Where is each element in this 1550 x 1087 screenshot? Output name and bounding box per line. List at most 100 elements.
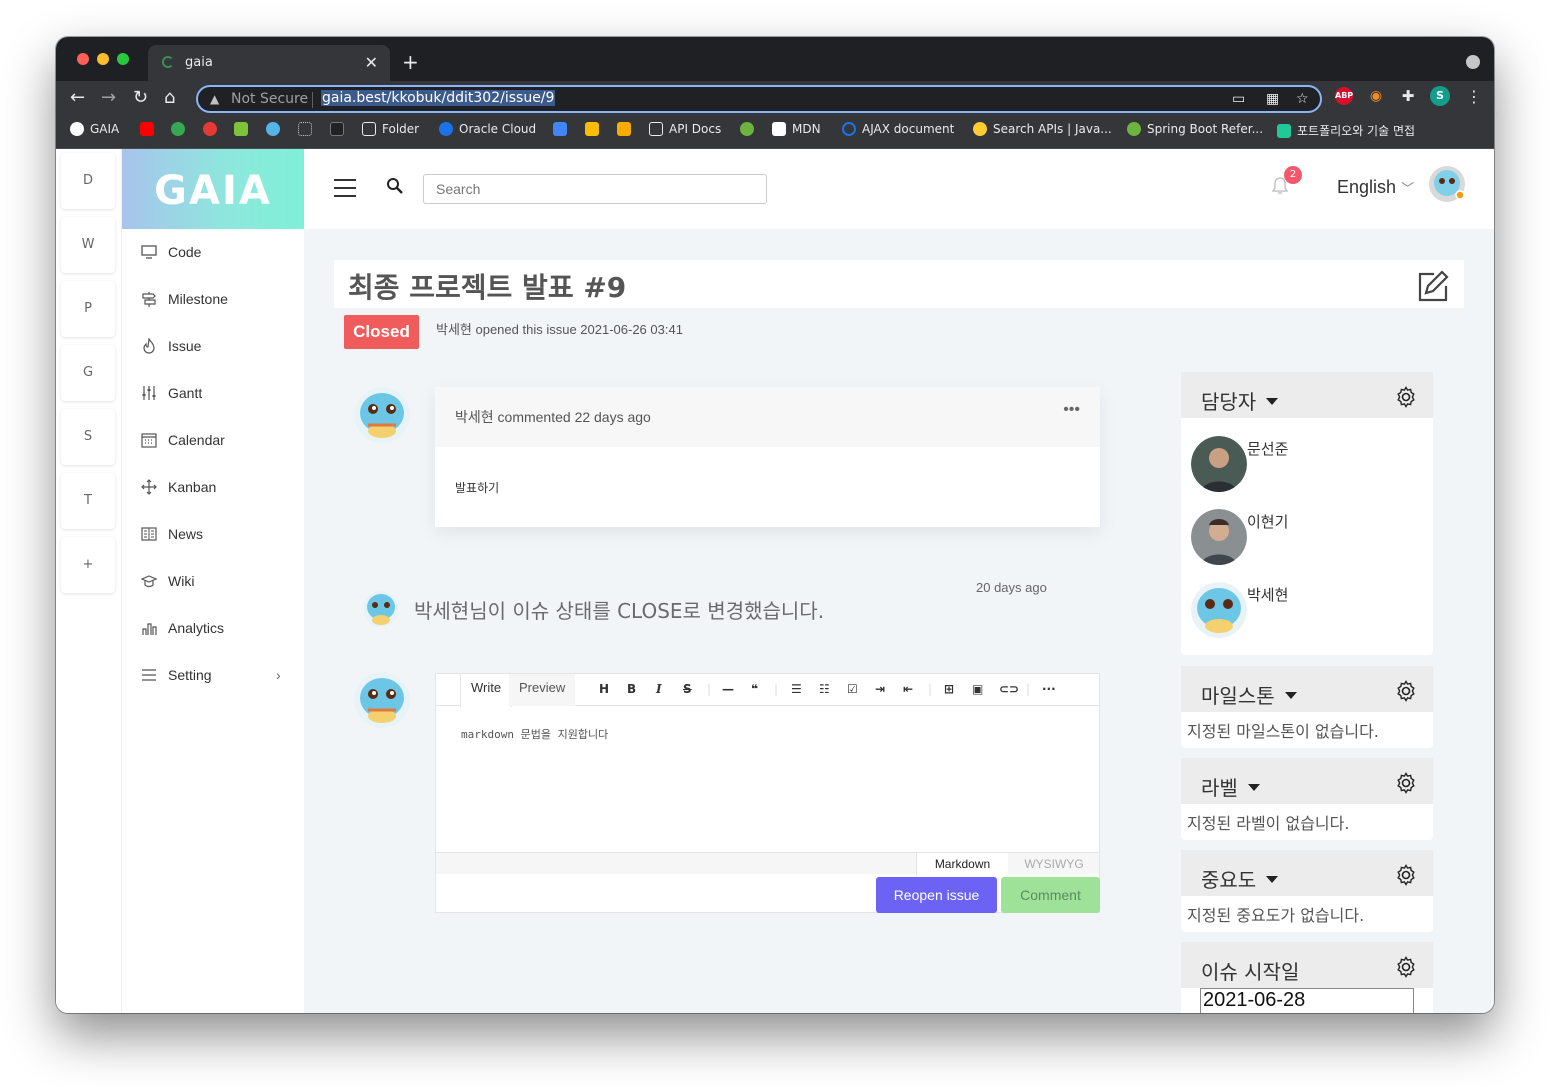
- workspace-button[interactable]: D: [61, 153, 115, 209]
- bookmark-spring[interactable]: [740, 122, 754, 136]
- ordered-list-icon[interactable]: ☷: [819, 682, 830, 696]
- bookmark-apidocs[interactable]: API Docs: [649, 122, 721, 136]
- sidebar-item-milestone[interactable]: Milestone: [140, 287, 228, 311]
- tab-preview[interactable]: Preview: [509, 674, 576, 706]
- sidebar-item-news[interactable]: News: [140, 522, 203, 546]
- more-icon[interactable]: ···: [1042, 682, 1056, 696]
- workspace-button[interactable]: T: [61, 473, 115, 529]
- gear-icon[interactable]: [1395, 386, 1417, 408]
- add-workspace-button[interactable]: +: [61, 537, 115, 593]
- close-tab-icon[interactable]: ✕: [365, 53, 378, 72]
- bookmark-refresh[interactable]: [266, 122, 280, 136]
- forward-icon[interactable]: →: [101, 87, 116, 108]
- label-header[interactable]: 라벨: [1181, 758, 1433, 804]
- bookmark-dots[interactable]: [298, 122, 312, 136]
- table-icon[interactable]: ⊞: [944, 682, 954, 696]
- language-select[interactable]: English ﹀: [1337, 177, 1414, 198]
- search-icon[interactable]: [386, 177, 404, 195]
- sidebar-item-issue[interactable]: Issue: [140, 334, 201, 358]
- priority-header[interactable]: 중요도: [1181, 850, 1433, 896]
- heading-icon[interactable]: H: [599, 682, 609, 696]
- mode-wysiwyg[interactable]: WYSIWYG: [1008, 853, 1100, 875]
- bold-icon[interactable]: B: [627, 682, 636, 696]
- sidebar-item-code[interactable]: Code: [140, 240, 201, 264]
- bookmark-inv[interactable]: [330, 122, 344, 136]
- bookmark-ads[interactable]: [585, 122, 599, 136]
- bookmark-mdn[interactable]: MDN: [772, 122, 821, 136]
- gear-icon[interactable]: [1395, 680, 1417, 702]
- strikethrough-icon[interactable]: S: [683, 682, 692, 696]
- profile-avatar[interactable]: S: [1430, 86, 1450, 106]
- workspace-button[interactable]: P: [61, 281, 115, 337]
- assignee-item[interactable]: 문선준: [1191, 436, 1288, 492]
- back-icon[interactable]: ←: [70, 87, 85, 108]
- mode-markdown[interactable]: Markdown: [916, 853, 1008, 875]
- milestone-header[interactable]: 마일스톤: [1181, 666, 1433, 712]
- gear-icon[interactable]: [1395, 864, 1417, 886]
- kebab-menu-icon[interactable]: ⋮: [1466, 87, 1482, 106]
- address-bar[interactable]: ▲ Not Secure gaia.best/kkobuk/ddit302/is…: [196, 85, 1322, 113]
- bookmark-c[interactable]: [203, 122, 217, 136]
- bookmark-folder[interactable]: Folder: [362, 122, 419, 136]
- adblock-icon[interactable]: ABP: [1335, 87, 1353, 105]
- bookmark-green[interactable]: [171, 122, 185, 136]
- bookmark-youtube[interactable]: [140, 122, 154, 136]
- task-list-icon[interactable]: ☑: [847, 682, 858, 696]
- reload-icon[interactable]: ↻: [133, 87, 148, 108]
- more-options-icon[interactable]: •••: [1063, 401, 1080, 419]
- maximize-window-button[interactable]: [117, 53, 129, 65]
- bookmark-oracle[interactable]: Oracle Cloud: [439, 122, 536, 136]
- close-window-button[interactable]: [77, 53, 89, 65]
- gear-icon[interactable]: [1395, 956, 1417, 978]
- outdent-icon[interactable]: ⇤: [903, 682, 913, 696]
- bookmark-searchapi[interactable]: Search APIs | Java...: [973, 122, 1112, 136]
- edit-icon[interactable]: [1416, 268, 1450, 302]
- link-icon[interactable]: ⊂⊃: [999, 682, 1019, 696]
- bookmark-owl[interactable]: [234, 122, 248, 136]
- sidebar-item-gantt[interactable]: Gantt: [140, 381, 202, 405]
- workspace-button[interactable]: G: [61, 345, 115, 401]
- qr-icon[interactable]: ▦: [1266, 91, 1279, 107]
- assignee-item[interactable]: 박세현: [1191, 582, 1288, 638]
- bullet-list-icon[interactable]: ☰: [791, 682, 802, 696]
- sidebar-item-kanban[interactable]: Kanban: [140, 475, 216, 499]
- url-text[interactable]: gaia.best/kkobuk/ddit302/issue/9: [321, 90, 556, 106]
- sidebar-item-analytics[interactable]: Analytics: [140, 616, 224, 640]
- star-icon[interactable]: ☆: [1296, 91, 1309, 107]
- comment-button[interactable]: Comment: [1001, 877, 1100, 913]
- logo[interactable]: GAIA: [122, 149, 304, 229]
- editor-textarea[interactable]: markdown 문법을 지원합니다: [461, 726, 608, 742]
- quote-icon[interactable]: ❝: [751, 682, 758, 696]
- workspace-button[interactable]: S: [61, 409, 115, 465]
- bookmark-springboot[interactable]: Spring Boot Refer...: [1127, 122, 1263, 136]
- horizontal-rule-icon[interactable]: —: [722, 682, 734, 696]
- bookmark-gaia[interactable]: GAIA: [70, 122, 119, 136]
- assignee-item[interactable]: 이현기: [1191, 509, 1288, 565]
- assignees-header[interactable]: 담당자: [1181, 372, 1433, 418]
- bookmark-portfolio[interactable]: 포트폴리오와 기술 면접: [1277, 122, 1415, 139]
- extension-icon[interactable]: ◉: [1367, 87, 1385, 105]
- search-input[interactable]: [423, 174, 767, 204]
- image-icon[interactable]: ▣: [972, 682, 983, 696]
- reopen-issue-button[interactable]: Reopen issue: [876, 877, 997, 913]
- tab-search-icon[interactable]: [1466, 55, 1480, 69]
- bookmark-ajax[interactable]: AJAX document: [842, 122, 954, 136]
- puzzle-icon[interactable]: ✚: [1399, 87, 1417, 105]
- gear-icon[interactable]: [1395, 772, 1417, 794]
- browser-tab[interactable]: gaia ✕: [148, 45, 390, 81]
- workspace-button[interactable]: W: [61, 217, 115, 273]
- minimize-window-button[interactable]: [97, 53, 109, 65]
- cast-icon[interactable]: ▭: [1232, 91, 1245, 107]
- start-date-input[interactable]: 2021-06-28: [1200, 988, 1414, 1013]
- bookmark-store[interactable]: [553, 122, 567, 136]
- new-tab-button[interactable]: +: [402, 50, 419, 74]
- bookmark-analytics[interactable]: [617, 122, 631, 136]
- user-avatar[interactable]: [1429, 166, 1465, 202]
- indent-icon[interactable]: ⇥: [875, 682, 885, 696]
- home-icon[interactable]: ⌂: [164, 87, 175, 108]
- sidebar-item-setting[interactable]: Setting ›: [140, 663, 281, 687]
- hamburger-icon[interactable]: [334, 179, 356, 203]
- italic-icon[interactable]: I: [656, 682, 662, 696]
- sidebar-item-calendar[interactable]: Calendar: [140, 428, 225, 452]
- sidebar-item-wiki[interactable]: Wiki: [140, 569, 194, 593]
